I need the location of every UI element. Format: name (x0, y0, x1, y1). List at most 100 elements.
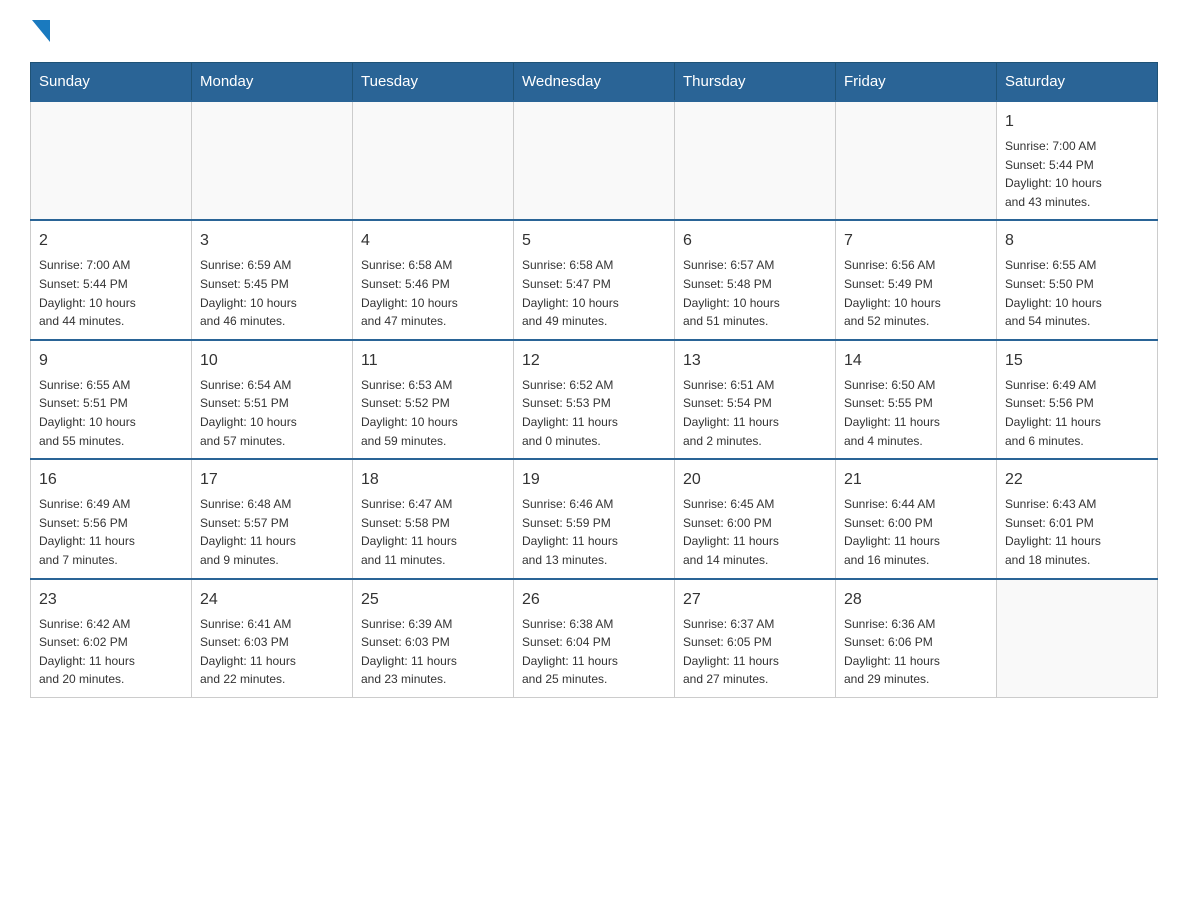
week-row-2: 2 Sunrise: 7:00 AM Sunset: 5:44 PM Daylig… (31, 220, 1158, 339)
day-number: 5 (522, 229, 666, 253)
calendar-cell (836, 101, 997, 220)
calendar-cell: 11 Sunrise: 6:53 AM Sunset: 5:52 PM Dayli… (353, 340, 514, 459)
calendar-cell: 20 Sunrise: 6:45 AM Sunset: 6:00 PM Dayli… (675, 459, 836, 578)
calendar-cell: 25 Sunrise: 6:39 AM Sunset: 6:03 PM Dayli… (353, 579, 514, 698)
day-info: Sunrise: 6:55 AM Sunset: 5:51 PM Dayligh… (39, 376, 183, 450)
calendar-cell: 8 Sunrise: 6:55 AM Sunset: 5:50 PM Daylig… (997, 220, 1158, 339)
calendar-cell: 17 Sunrise: 6:48 AM Sunset: 5:57 PM Dayli… (192, 459, 353, 578)
day-number: 25 (361, 588, 505, 612)
day-number: 8 (1005, 229, 1149, 253)
day-info: Sunrise: 7:00 AM Sunset: 5:44 PM Dayligh… (1005, 137, 1149, 211)
day-info: Sunrise: 6:37 AM Sunset: 6:05 PM Dayligh… (683, 615, 827, 689)
day-info: Sunrise: 6:41 AM Sunset: 6:03 PM Dayligh… (200, 615, 344, 689)
calendar-cell: 9 Sunrise: 6:55 AM Sunset: 5:51 PM Daylig… (31, 340, 192, 459)
day-number: 28 (844, 588, 988, 612)
calendar-cell: 18Sunrise: 6:47 AM Sunset: 5:58 PM Dayli… (353, 459, 514, 578)
calendar-cell: 21 Sunrise: 6:44 AM Sunset: 6:00 PM Dayli… (836, 459, 997, 578)
day-info: Sunrise: 6:48 AM Sunset: 5:57 PM Dayligh… (200, 495, 344, 569)
day-number: 9 (39, 349, 183, 373)
logo (30, 20, 50, 42)
day-number: 15 (1005, 349, 1149, 373)
day-info: Sunrise: 6:58 AM Sunset: 5:47 PM Dayligh… (522, 256, 666, 330)
calendar-cell (675, 101, 836, 220)
calendar-cell: 6Sunrise: 6:57 AM Sunset: 5:48 PM Daylig… (675, 220, 836, 339)
calendar-table: SundayMondayTuesdayWednesdayThursdayFrid… (30, 62, 1158, 698)
calendar-cell: 10 Sunrise: 6:54 AM Sunset: 5:51 PM Dayli… (192, 340, 353, 459)
weekday-header-friday: Friday (836, 63, 997, 102)
weekday-header-thursday: Thursday (675, 63, 836, 102)
day-info: Sunrise: 6:59 AM Sunset: 5:45 PM Dayligh… (200, 256, 344, 330)
day-info: Sunrise: 6:47 AM Sunset: 5:58 PM Dayligh… (361, 495, 505, 569)
weekday-header-sunday: Sunday (31, 63, 192, 102)
weekday-header-row: SundayMondayTuesdayWednesdayThursdayFrid… (31, 63, 1158, 102)
day-number: 11 (361, 349, 505, 373)
day-number: 13 (683, 349, 827, 373)
calendar-cell (514, 101, 675, 220)
weekday-header-saturday: Saturday (997, 63, 1158, 102)
calendar-cell (31, 101, 192, 220)
day-number: 2 (39, 229, 183, 253)
calendar-cell: 16Sunrise: 6:49 AM Sunset: 5:56 PM Dayli… (31, 459, 192, 578)
calendar-cell: 23 Sunrise: 6:42 AM Sunset: 6:02 PM Dayli… (31, 579, 192, 698)
page-header (30, 20, 1158, 42)
weekday-header-monday: Monday (192, 63, 353, 102)
calendar-cell: 14 Sunrise: 6:50 AM Sunset: 5:55 PM Dayli… (836, 340, 997, 459)
day-number: 22 (1005, 468, 1149, 492)
calendar-cell: 15 Sunrise: 6:49 AM Sunset: 5:56 PM Dayli… (997, 340, 1158, 459)
day-number: 21 (844, 468, 988, 492)
calendar-cell: 22Sunrise: 6:43 AM Sunset: 6:01 PM Dayli… (997, 459, 1158, 578)
calendar-cell: 7 Sunrise: 6:56 AM Sunset: 5:49 PM Daylig… (836, 220, 997, 339)
calendar-cell: 12Sunrise: 6:52 AM Sunset: 5:53 PM Dayli… (514, 340, 675, 459)
week-row-1: 1 Sunrise: 7:00 AM Sunset: 5:44 PM Daylig… (31, 101, 1158, 220)
day-info: Sunrise: 6:39 AM Sunset: 6:03 PM Dayligh… (361, 615, 505, 689)
day-info: Sunrise: 6:44 AM Sunset: 6:00 PM Dayligh… (844, 495, 988, 569)
day-info: Sunrise: 6:56 AM Sunset: 5:49 PM Dayligh… (844, 256, 988, 330)
day-info: Sunrise: 6:42 AM Sunset: 6:02 PM Dayligh… (39, 615, 183, 689)
day-number: 20 (683, 468, 827, 492)
day-info: Sunrise: 6:46 AM Sunset: 5:59 PM Dayligh… (522, 495, 666, 569)
day-info: Sunrise: 6:53 AM Sunset: 5:52 PM Dayligh… (361, 376, 505, 450)
week-row-4: 16Sunrise: 6:49 AM Sunset: 5:56 PM Dayli… (31, 459, 1158, 578)
day-number: 4 (361, 229, 505, 253)
day-info: Sunrise: 6:36 AM Sunset: 6:06 PM Dayligh… (844, 615, 988, 689)
calendar-cell: 5 Sunrise: 6:58 AM Sunset: 5:47 PM Daylig… (514, 220, 675, 339)
weekday-header-wednesday: Wednesday (514, 63, 675, 102)
day-number: 14 (844, 349, 988, 373)
day-number: 24 (200, 588, 344, 612)
logo-triangle-icon (32, 20, 50, 42)
day-info: Sunrise: 6:38 AM Sunset: 6:04 PM Dayligh… (522, 615, 666, 689)
day-number: 19 (522, 468, 666, 492)
day-info: Sunrise: 6:49 AM Sunset: 5:56 PM Dayligh… (1005, 376, 1149, 450)
day-number: 16 (39, 468, 183, 492)
day-info: Sunrise: 6:54 AM Sunset: 5:51 PM Dayligh… (200, 376, 344, 450)
day-info: Sunrise: 6:55 AM Sunset: 5:50 PM Dayligh… (1005, 256, 1149, 330)
calendar-cell (997, 579, 1158, 698)
day-number: 3 (200, 229, 344, 253)
calendar-cell: 4 Sunrise: 6:58 AM Sunset: 5:46 PM Daylig… (353, 220, 514, 339)
day-number: 27 (683, 588, 827, 612)
day-info: Sunrise: 7:00 AM Sunset: 5:44 PM Dayligh… (39, 256, 183, 330)
day-info: Sunrise: 6:58 AM Sunset: 5:46 PM Dayligh… (361, 256, 505, 330)
calendar-cell (192, 101, 353, 220)
week-row-5: 23 Sunrise: 6:42 AM Sunset: 6:02 PM Dayli… (31, 579, 1158, 698)
calendar-cell: 1 Sunrise: 7:00 AM Sunset: 5:44 PM Daylig… (997, 101, 1158, 220)
day-number: 1 (1005, 110, 1149, 134)
week-row-3: 9 Sunrise: 6:55 AM Sunset: 5:51 PM Daylig… (31, 340, 1158, 459)
day-number: 7 (844, 229, 988, 253)
day-number: 23 (39, 588, 183, 612)
calendar-cell: 24 Sunrise: 6:41 AM Sunset: 6:03 PM Dayli… (192, 579, 353, 698)
calendar-cell: 3 Sunrise: 6:59 AM Sunset: 5:45 PM Daylig… (192, 220, 353, 339)
day-info: Sunrise: 6:45 AM Sunset: 6:00 PM Dayligh… (683, 495, 827, 569)
day-info: Sunrise: 6:57 AM Sunset: 5:48 PM Dayligh… (683, 256, 827, 330)
day-number: 26 (522, 588, 666, 612)
day-number: 10 (200, 349, 344, 373)
calendar-cell: 19 Sunrise: 6:46 AM Sunset: 5:59 PM Dayli… (514, 459, 675, 578)
day-number: 12 (522, 349, 666, 373)
day-number: 17 (200, 468, 344, 492)
calendar-cell: 13Sunrise: 6:51 AM Sunset: 5:54 PM Dayli… (675, 340, 836, 459)
day-info: Sunrise: 6:50 AM Sunset: 5:55 PM Dayligh… (844, 376, 988, 450)
calendar-cell: 26 Sunrise: 6:38 AM Sunset: 6:04 PM Dayli… (514, 579, 675, 698)
weekday-header-tuesday: Tuesday (353, 63, 514, 102)
calendar-cell: 28 Sunrise: 6:36 AM Sunset: 6:06 PM Dayli… (836, 579, 997, 698)
calendar-cell (353, 101, 514, 220)
